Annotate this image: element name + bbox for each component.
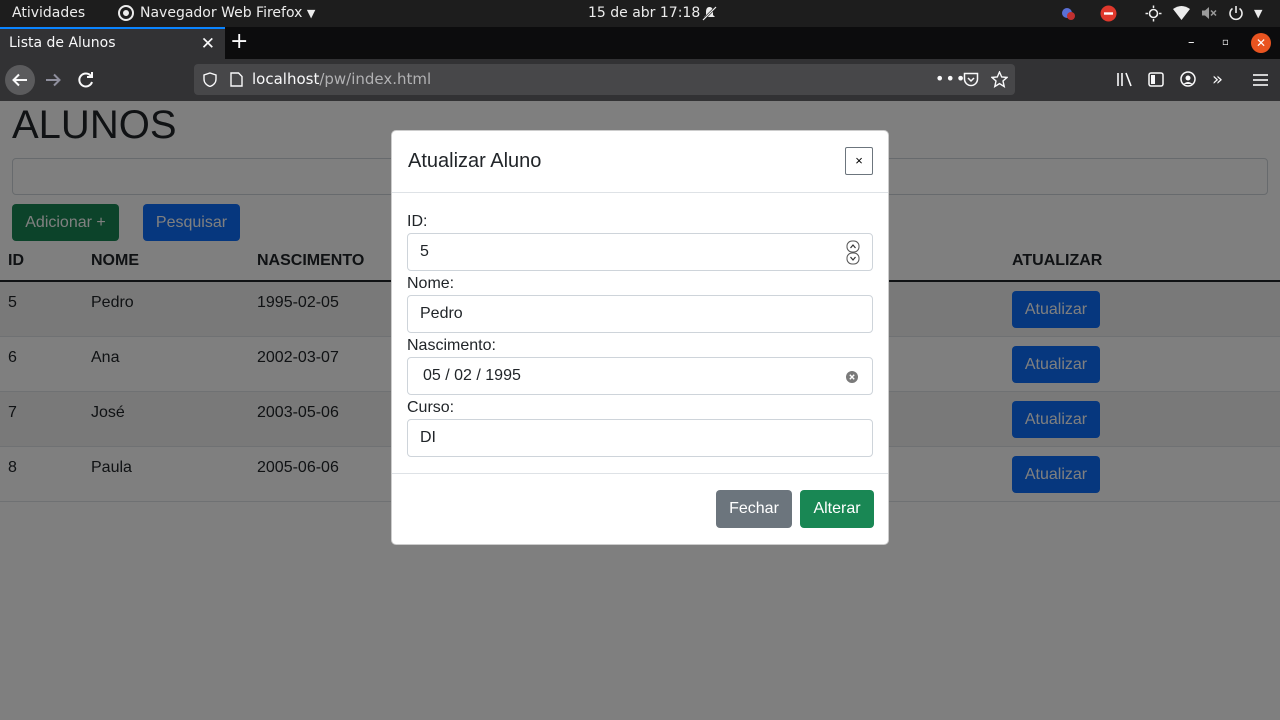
name-value: Pedro xyxy=(420,305,463,322)
id-field[interactable]: 5 xyxy=(407,233,873,271)
clear-date-icon[interactable] xyxy=(846,370,858,388)
power-icon[interactable] xyxy=(1228,5,1244,22)
sidebar-icon[interactable] xyxy=(1148,72,1164,91)
birth-label: Nascimento: xyxy=(407,337,496,354)
reload-button[interactable] xyxy=(71,65,101,95)
app-menu[interactable]: Navegador Web Firefox ▼ xyxy=(140,0,315,27)
name-field[interactable]: Pedro xyxy=(407,295,873,333)
bookmark-star-icon[interactable] xyxy=(990,70,1009,92)
modal-title: Atualizar Aluno xyxy=(408,150,542,172)
close-button[interactable]: Fechar xyxy=(716,490,792,528)
window-close-icon[interactable]: ✕ xyxy=(1251,33,1271,53)
chevron-down-icon: ▼ xyxy=(306,7,316,20)
url-bar[interactable]: localhost/pw/index.html ••• xyxy=(194,64,1015,95)
new-tab-icon[interactable]: + xyxy=(230,29,248,54)
id-value: 5 xyxy=(420,243,429,260)
pocket-icon[interactable] xyxy=(963,72,979,91)
notifications-muted-icon xyxy=(702,6,717,21)
tab-strip: Lista de Alunos ✕ + – ▫ ✕ xyxy=(0,27,1280,59)
volume-muted-icon[interactable] xyxy=(1201,6,1217,21)
firefox-icon xyxy=(118,5,134,22)
clock[interactable]: 15 de abr 17:18 xyxy=(588,0,700,27)
modal-close-icon[interactable]: × xyxy=(845,147,873,175)
activities-button[interactable]: Atividades xyxy=(12,0,85,27)
modal-header-divider xyxy=(392,192,888,193)
system-top-bar: Atividades Navegador Web Firefox ▼ 15 de… xyxy=(0,0,1280,27)
page-info-icon[interactable] xyxy=(230,72,243,91)
update-student-modal: Atualizar Aluno × ID: 5 Nome: Pedro Nasc… xyxy=(391,130,889,545)
overflow-chevron-icon[interactable]: » xyxy=(1212,69,1223,90)
maximize-icon[interactable]: ▫ xyxy=(1222,27,1229,59)
name-label: Nome: xyxy=(407,275,455,292)
wifi-icon[interactable] xyxy=(1173,6,1190,21)
tab-lista-de-alunos[interactable]: Lista de Alunos ✕ xyxy=(0,27,225,59)
tab-title: Lista de Alunos xyxy=(9,35,116,51)
course-field[interactable]: DI xyxy=(407,419,873,457)
brightness-icon[interactable] xyxy=(1145,5,1162,22)
birth-date-field[interactable]: 05 / 02 / 1995 xyxy=(407,357,873,395)
url-text[interactable]: localhost/pw/index.html xyxy=(252,70,431,88)
course-label: Curso: xyxy=(407,399,455,416)
forward-button[interactable] xyxy=(38,65,68,95)
shield-icon[interactable] xyxy=(203,72,217,91)
url-host: localhost xyxy=(252,70,320,88)
library-icon[interactable] xyxy=(1116,72,1133,91)
system-menu-chevron-icon[interactable]: ▼ xyxy=(1254,0,1262,27)
hamburger-menu-icon[interactable] xyxy=(1253,72,1268,91)
app-menu-label: Navegador Web Firefox xyxy=(140,5,303,21)
app-indicator-icon[interactable] xyxy=(1060,5,1077,22)
account-icon[interactable] xyxy=(1180,71,1196,91)
url-path: /pw/index.html xyxy=(319,70,432,88)
id-label: ID: xyxy=(407,213,428,230)
birth-value: 05 / 02 / 1995 xyxy=(423,367,521,384)
back-button[interactable] xyxy=(5,65,35,95)
do-not-disturb-icon[interactable] xyxy=(1100,5,1117,22)
page-actions-menu-icon[interactable]: ••• xyxy=(935,69,966,88)
number-spinner-icon[interactable] xyxy=(846,240,860,270)
tab-close-icon[interactable]: ✕ xyxy=(201,34,215,54)
save-button[interactable]: Alterar xyxy=(800,490,874,528)
navigation-toolbar: localhost/pw/index.html ••• » xyxy=(0,59,1280,101)
minimize-icon[interactable]: – xyxy=(1188,27,1195,59)
course-value: DI xyxy=(420,429,436,446)
modal-footer-divider xyxy=(392,473,888,474)
